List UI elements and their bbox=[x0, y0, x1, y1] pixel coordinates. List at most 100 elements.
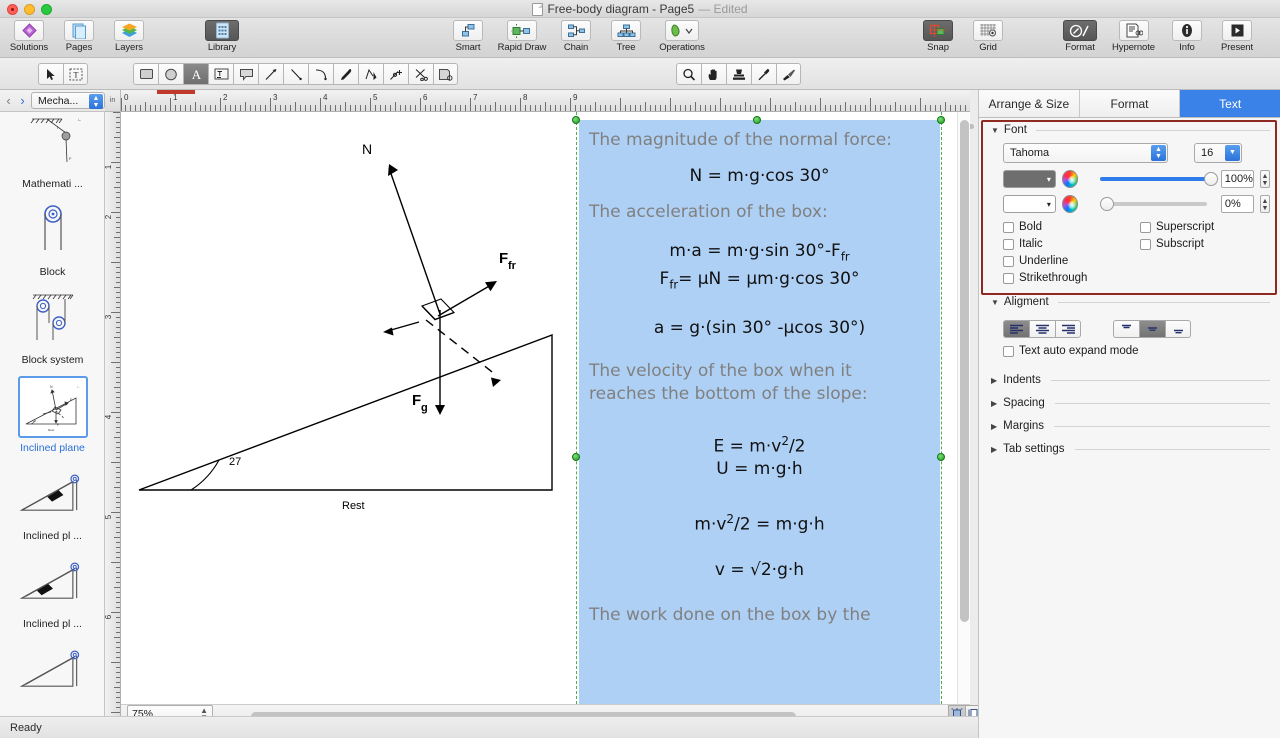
library-item-block[interactable]: Block bbox=[0, 194, 105, 282]
horizontal-ruler[interactable]: 0123 4567 89 bbox=[121, 90, 970, 112]
library-item-inclined-plane[interactable]: 27 Rest N F F ∟ Inclined plane bbox=[0, 370, 105, 458]
opacity-slider[interactable] bbox=[1100, 177, 1206, 181]
document-canvas[interactable]: N F fr F g 27 Rest The magnitude of the … bbox=[121, 112, 970, 704]
selection-handle-mr[interactable] bbox=[937, 453, 945, 461]
hypernote-button[interactable]: Hypernote bbox=[1105, 20, 1162, 56]
tab-text[interactable]: Text bbox=[1180, 90, 1280, 117]
library-item-inclined-plane-2[interactable]: Inclined pl ... bbox=[0, 458, 105, 546]
selection-handle-tl[interactable] bbox=[572, 116, 580, 124]
section-spacing[interactable]: ▶ Spacing bbox=[979, 386, 1280, 409]
tab-arrange-size[interactable]: Arrange & Size bbox=[979, 90, 1080, 117]
align-left-icon[interactable] bbox=[1003, 320, 1029, 338]
operations-icon bbox=[665, 20, 699, 41]
section-margins[interactable]: ▶ Margins bbox=[979, 409, 1280, 432]
bezier-tool[interactable] bbox=[358, 63, 383, 85]
page-surface[interactable]: N F fr F g 27 Rest The magnitude of the … bbox=[121, 112, 953, 704]
library-item-block-system[interactable]: Block system bbox=[0, 282, 105, 370]
selection-handle-ml[interactable] bbox=[572, 453, 580, 461]
callout-tool[interactable] bbox=[233, 63, 258, 85]
arrow-tool[interactable] bbox=[258, 63, 283, 85]
checkbox-text-auto-expand[interactable]: Text auto expand mode bbox=[991, 345, 1270, 357]
operations-button[interactable]: Operations bbox=[651, 20, 713, 56]
eyedropper-tool[interactable] bbox=[751, 63, 776, 85]
secondary-value[interactable]: 0% bbox=[1221, 195, 1254, 213]
checkbox-superscript[interactable]: Superscript bbox=[1140, 221, 1214, 233]
scrollbar-thumb[interactable] bbox=[960, 120, 969, 622]
library-item-mathematics[interactable]: ∟ l F Mathemati ... bbox=[0, 112, 105, 194]
stamp-tool[interactable] bbox=[726, 63, 751, 85]
pointer-tool[interactable] bbox=[38, 63, 63, 85]
library-button[interactable]: Library bbox=[196, 20, 248, 56]
curve-tool[interactable] bbox=[308, 63, 333, 85]
secondary-slider[interactable] bbox=[1100, 202, 1207, 206]
text-block-equations[interactable]: The magnitude of the normal force: N = m… bbox=[579, 120, 940, 704]
smart-button[interactable]: Smart bbox=[443, 20, 493, 56]
section-indents[interactable]: ▶ Indents bbox=[979, 369, 1280, 386]
secondary-stepper[interactable]: ▲▼ bbox=[1260, 195, 1270, 213]
zoom-tool[interactable] bbox=[676, 63, 701, 85]
pen-tool[interactable] bbox=[333, 63, 358, 85]
hand-tool[interactable] bbox=[701, 63, 726, 85]
library-picker-label: Mecha... bbox=[38, 95, 78, 107]
library-picker[interactable]: Mecha... ▲▼ bbox=[31, 92, 105, 109]
chevron-left-icon[interactable]: ‹ bbox=[3, 93, 14, 108]
vertical-ruler[interactable]: 1 2 3 4 5 6 bbox=[105, 112, 121, 716]
checkbox-strikethrough[interactable]: Strikethrough bbox=[1003, 272, 1140, 284]
solutions-button[interactable]: Solutions bbox=[4, 20, 54, 56]
text-tool[interactable]: A bbox=[183, 63, 208, 85]
opacity-value[interactable]: 100% bbox=[1221, 170, 1254, 188]
marquee-text-tool[interactable]: T bbox=[63, 63, 88, 85]
shape-tool-group: A bbox=[133, 63, 458, 85]
line-tool[interactable] bbox=[283, 63, 308, 85]
checkbox-subscript[interactable]: Subscript bbox=[1140, 238, 1214, 250]
tree-button[interactable]: Tree bbox=[601, 20, 651, 56]
font-fill-color-swatch[interactable]: ▾ bbox=[1003, 170, 1056, 188]
free-body-diagram[interactable]: N F fr F g 27 Rest bbox=[129, 120, 579, 520]
checkbox-bold[interactable]: Bold bbox=[1003, 221, 1140, 233]
color-wheel-icon[interactable] bbox=[1062, 170, 1078, 188]
alignment-section-header[interactable]: ▼ Aligment bbox=[991, 296, 1270, 308]
section-tab-settings[interactable]: ▶ Tab settings bbox=[979, 432, 1280, 455]
align-center-icon[interactable] bbox=[1029, 320, 1055, 338]
align-middle-icon[interactable] bbox=[1139, 320, 1165, 338]
selection-handle-tr[interactable] bbox=[937, 116, 945, 124]
present-button[interactable]: Present bbox=[1212, 20, 1262, 56]
chevron-right-icon[interactable]: › bbox=[17, 93, 28, 108]
equation-line: Ffr= μN = μm·g·cos 30° bbox=[585, 268, 934, 296]
add-point-tool[interactable] bbox=[383, 63, 408, 85]
scissors-tool[interactable] bbox=[408, 63, 433, 85]
snap-button[interactable]: Snap bbox=[913, 20, 963, 56]
rectangle-tool[interactable] bbox=[133, 63, 158, 85]
selection-handle-tc[interactable] bbox=[753, 116, 761, 124]
ellipse-tool[interactable] bbox=[158, 63, 183, 85]
font-section: ▼ Font Tahoma ▲▼ 16 ▼ ▾ bbox=[979, 118, 1280, 284]
align-top-icon[interactable] bbox=[1113, 320, 1139, 338]
align-bottom-icon[interactable] bbox=[1165, 320, 1191, 338]
checkbox-underline[interactable]: Underline bbox=[1003, 255, 1140, 267]
library-item-inclined-plane-4[interactable] bbox=[0, 634, 105, 710]
svg-text:2: 2 bbox=[105, 214, 113, 219]
font-stroke-color-swatch[interactable]: ▾ bbox=[1003, 195, 1056, 213]
opacity-stepper[interactable]: ▲▼ bbox=[1260, 170, 1270, 188]
library-item-inclined-plane-3[interactable]: Inclined pl ... bbox=[0, 546, 105, 634]
tab-format[interactable]: Format bbox=[1080, 90, 1181, 117]
chain-button[interactable]: Chain bbox=[551, 20, 601, 56]
font-family-select[interactable]: Tahoma ▲▼ bbox=[1003, 143, 1168, 163]
svg-text:4: 4 bbox=[105, 414, 113, 419]
layers-button[interactable]: Layers bbox=[104, 20, 154, 56]
align-right-icon[interactable] bbox=[1055, 320, 1081, 338]
info-button[interactable]: Info bbox=[1162, 20, 1212, 56]
text-field-tool[interactable] bbox=[208, 63, 233, 85]
pages-button[interactable]: Pages bbox=[54, 20, 104, 56]
canvas-vertical-scrollbar[interactable] bbox=[957, 112, 970, 704]
library-sidebar[interactable]: ∟ l F Mathemati ... Block bbox=[0, 112, 105, 716]
font-section-header[interactable]: ▼ Font bbox=[991, 124, 1270, 136]
object-tool[interactable] bbox=[433, 63, 458, 85]
checkbox-italic[interactable]: Italic bbox=[1003, 238, 1140, 250]
grid-button[interactable]: Grid bbox=[963, 20, 1013, 56]
paint-brush-tool[interactable] bbox=[776, 63, 801, 85]
color-wheel-icon[interactable] bbox=[1062, 195, 1078, 213]
rapid-draw-button[interactable]: Rapid Draw bbox=[493, 20, 551, 56]
format-button[interactable]: Format bbox=[1055, 20, 1105, 56]
font-size-select[interactable]: 16 ▼ bbox=[1194, 143, 1242, 163]
